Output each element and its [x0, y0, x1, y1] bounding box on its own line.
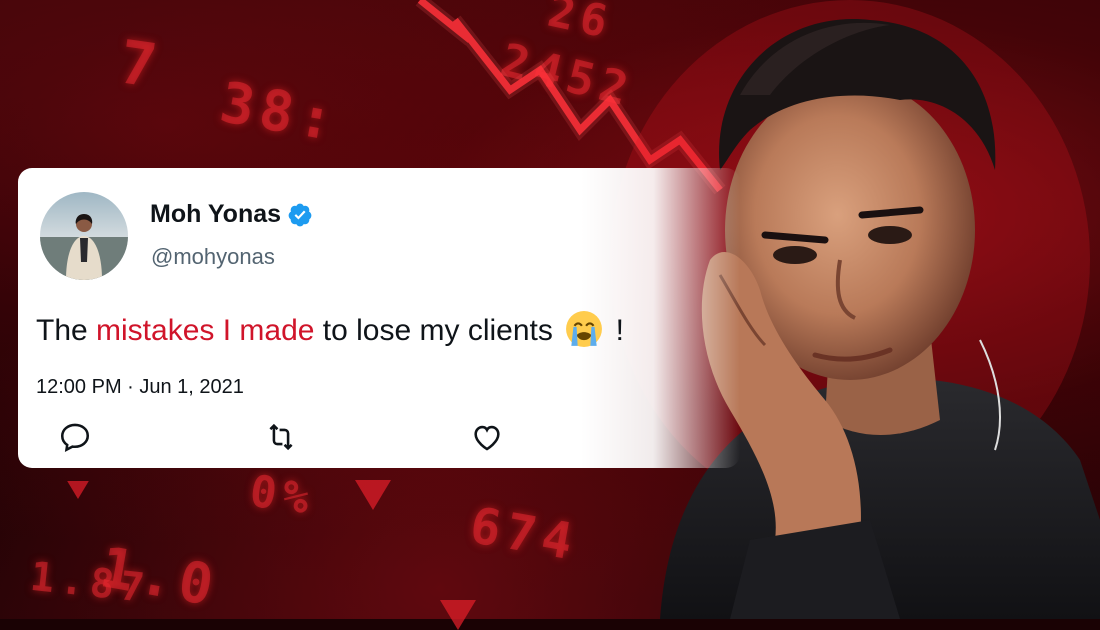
like-icon[interactable] [470, 420, 504, 454]
retweet-icon[interactable] [264, 420, 298, 454]
tweet-text-start: The [36, 314, 97, 347]
reply-icon[interactable] [58, 420, 92, 454]
loudly-crying-face-icon [566, 311, 603, 347]
timestamp[interactable]: 12:00 PM · Jun 1, 2021 [36, 376, 244, 399]
down-arrow-icon [67, 481, 89, 499]
ticker-text: 0% [246, 465, 319, 526]
verified-badge-icon [288, 203, 312, 226]
avatar[interactable] [40, 192, 128, 280]
handle[interactable]: @mohyonas [151, 244, 275, 270]
display-name[interactable]: Moh Yonas [150, 200, 281, 229]
tweet-text-highlight: mistakes I made [96, 314, 315, 347]
author-name-row: Moh Yonas [150, 200, 313, 229]
down-arrow-icon [440, 600, 476, 630]
tweet-text-rest: to lose my clients [314, 314, 553, 347]
tweet-text-end: ! [615, 314, 624, 347]
tweet-text: The mistakes I made to lose my clients ! [36, 310, 624, 348]
avatar-photo [40, 214, 128, 280]
down-arrow-icon [355, 480, 391, 510]
